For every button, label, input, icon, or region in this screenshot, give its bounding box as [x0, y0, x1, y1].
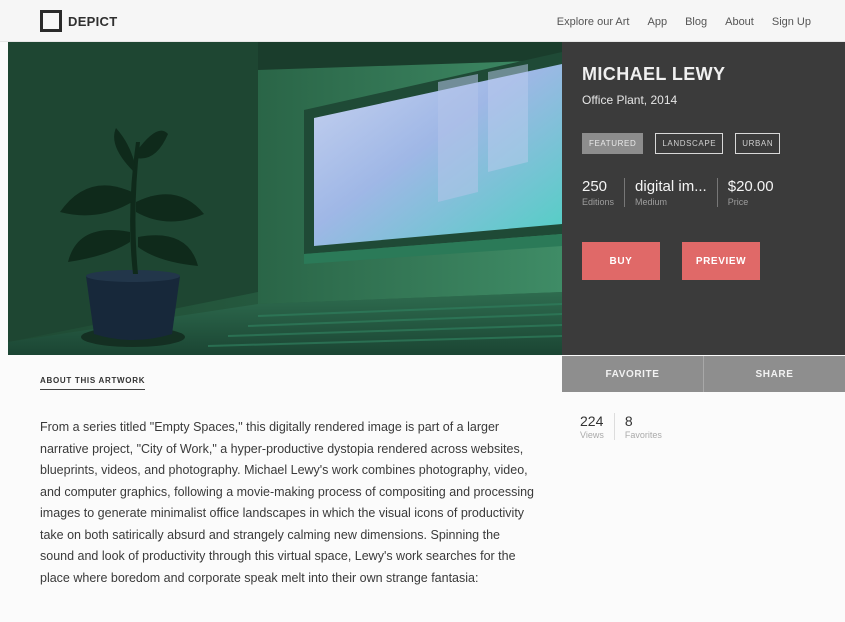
artwork-title: Office Plant, 2014 — [582, 93, 678, 107]
favorite-share-bar: FAVORITE SHARE — [562, 356, 845, 392]
about-text: From a series titled "Empty Spaces," thi… — [40, 420, 535, 585]
about-heading: ABOUT THIS ARTWORK — [40, 376, 146, 390]
count-value: 224 — [580, 413, 604, 429]
nav-explore-our-art[interactable]: Explore our Art — [557, 16, 630, 28]
tag-landscape[interactable]: LANDSCAPE — [655, 133, 724, 154]
stat-medium: digital im... Medium — [635, 178, 718, 207]
artwork-stats: 250 Editions digital im... Medium $20.00… — [582, 178, 825, 207]
favorites-count: 8 Favorites — [625, 413, 672, 440]
count-value: 8 — [624, 413, 633, 429]
stat-label: Price — [727, 197, 749, 207]
logo-square-icon — [40, 10, 62, 32]
count-label: Views — [580, 430, 604, 440]
nav-about[interactable]: About — [725, 16, 754, 28]
artist-name[interactable]: MICHAEL LEWY — [582, 64, 825, 85]
purchase-buttons: BUY PREVIEW — [582, 242, 825, 280]
buy-button[interactable]: BUY — [582, 242, 660, 280]
artwork-image[interactable] — [8, 42, 562, 355]
nav-sign-up[interactable]: Sign Up — [772, 16, 811, 28]
stat-label: Editions — [582, 197, 615, 207]
stat-price: $20.00 Price — [728, 178, 784, 207]
tag-featured[interactable]: FEATURED — [582, 133, 644, 154]
nav-blog[interactable]: Blog — [685, 16, 707, 28]
top-navigation-bar: DEPICT Explore our Art App Blog About Si… — [0, 0, 845, 42]
artwork-image-graphic — [8, 42, 562, 355]
tag-list: FEATURED LANDSCAPE URBAN — [582, 133, 825, 154]
stat-value: 250 — [582, 178, 608, 195]
artwork-info-panel: MICHAEL LEWY Office Plant, 2014 FEATURED… — [562, 42, 845, 355]
preview-button[interactable]: PREVIEW — [682, 242, 760, 280]
stat-value: $20.00 — [727, 178, 774, 195]
logo[interactable]: DEPICT — [40, 10, 117, 32]
main-nav: Explore our Art App Blog About Sign Up — [557, 16, 811, 28]
views-count: 224 Views — [580, 413, 615, 440]
logo-text: DEPICT — [68, 13, 118, 29]
tag-urban[interactable]: URBAN — [735, 133, 781, 154]
favorite-button[interactable]: FAVORITE — [562, 356, 704, 392]
stat-value: digital im... — [635, 178, 707, 195]
nav-app[interactable]: App — [648, 16, 668, 28]
share-button[interactable]: SHARE — [704, 356, 845, 392]
engagement-counts: 224 Views 8 Favorites — [580, 413, 682, 440]
count-label: Favorites — [624, 430, 662, 440]
stat-editions: 250 Editions — [582, 178, 626, 207]
stat-label: Medium — [635, 197, 668, 207]
